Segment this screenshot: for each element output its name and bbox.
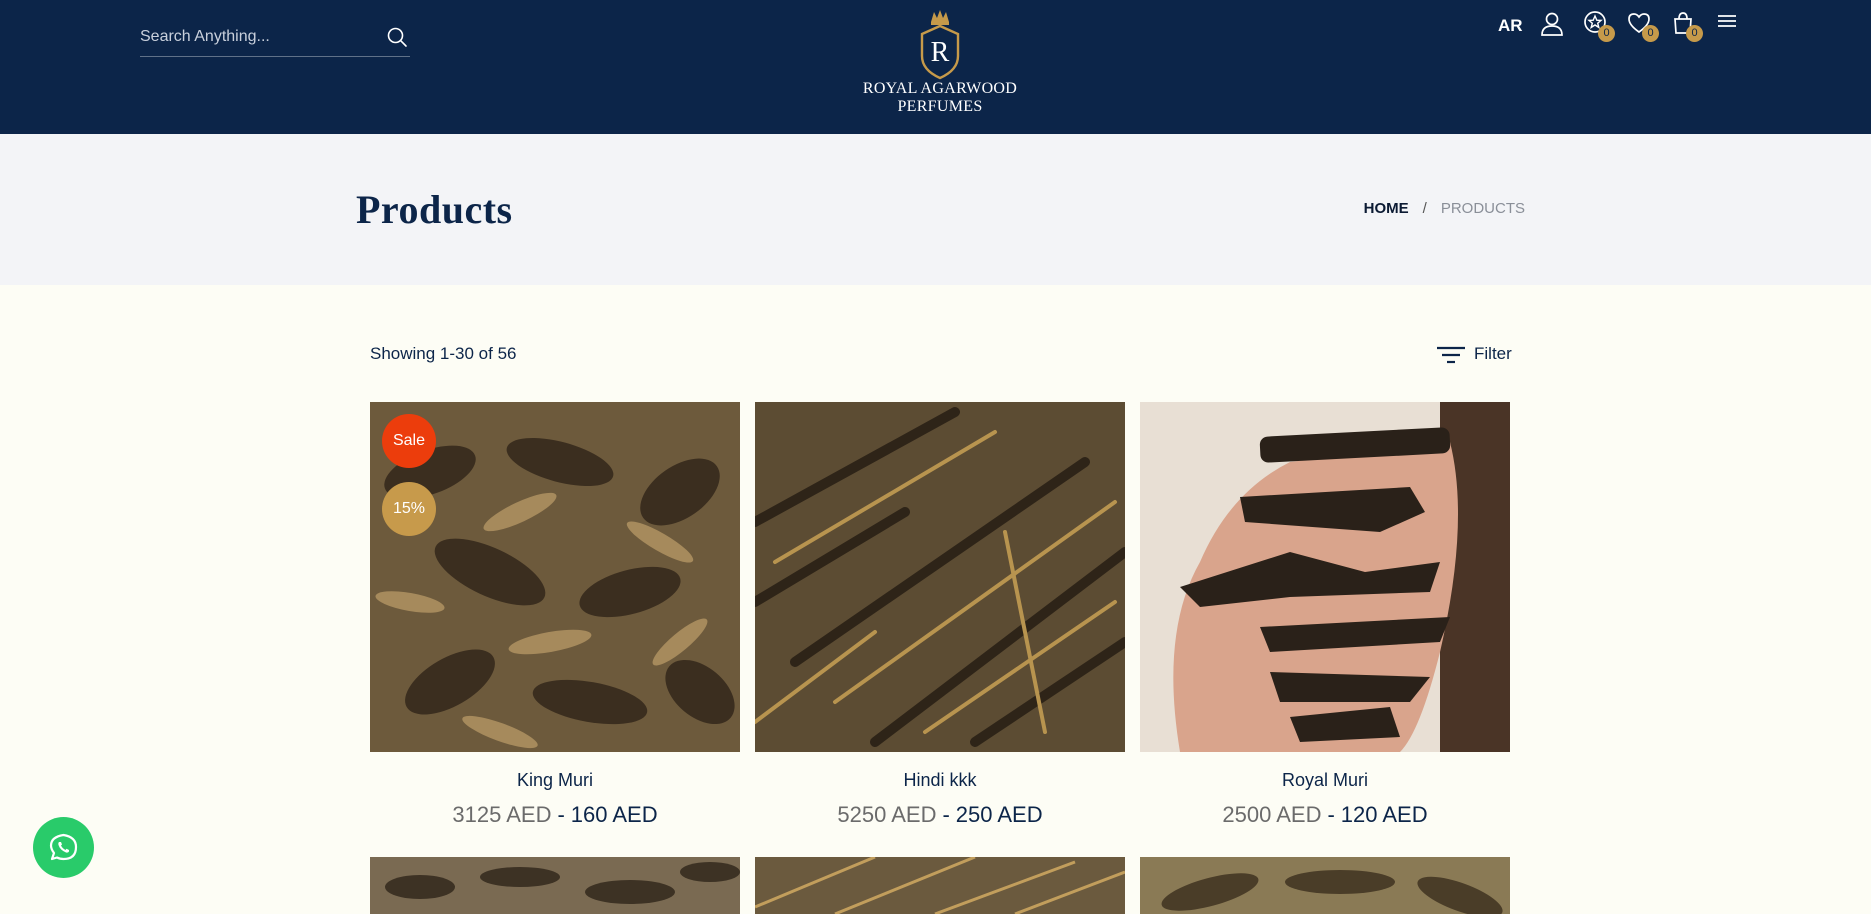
breadcrumb-current: PRODUCTS bbox=[1440, 200, 1525, 217]
wishlist-count-badge: 0 bbox=[1642, 25, 1659, 42]
header-actions: AR 0 0 0 bbox=[1490, 10, 1750, 46]
filter-icon bbox=[1436, 344, 1466, 371]
price-original: 2500 AED bbox=[1222, 802, 1322, 827]
page-title: Products bbox=[356, 187, 513, 232]
price-current: 120 AED bbox=[1340, 802, 1428, 827]
price-current: 160 AED bbox=[570, 802, 658, 827]
site-header: R ROYAL AGARWOOD PERFUMES AR 0 0 0 bbox=[0, 0, 1871, 134]
product-price: 2500 AED -120 AED bbox=[1140, 802, 1510, 828]
crest-icon: R bbox=[920, 10, 960, 80]
logo-name-line2: PERFUMES bbox=[897, 98, 983, 115]
results-count: Showing 1-30 of 56 bbox=[370, 344, 517, 363]
site-logo[interactable]: R ROYAL AGARWOOD PERFUMES bbox=[860, 8, 1020, 126]
price-separator: - bbox=[1327, 802, 1335, 827]
language-toggle[interactable]: AR bbox=[1498, 16, 1523, 36]
rewards-count-badge: 0 bbox=[1598, 25, 1615, 42]
price-original: 3125 AED bbox=[452, 802, 552, 827]
logo-letter: R bbox=[931, 37, 950, 68]
user-icon[interactable] bbox=[1538, 10, 1566, 38]
page-banner: Products HOME / PRODUCTS bbox=[0, 134, 1871, 285]
sale-badge: Sale bbox=[382, 414, 436, 468]
product-image[interactable] bbox=[755, 402, 1125, 752]
product-card[interactable]: Hindi kkk 5250 AED -250 AED bbox=[755, 402, 1125, 842]
price-original: 5250 AED bbox=[837, 802, 937, 827]
discount-badge: 15% bbox=[382, 482, 436, 536]
filter-button[interactable]: Filter bbox=[1436, 340, 1512, 368]
cart-bag-icon[interactable]: 0 bbox=[1670, 10, 1703, 42]
filter-label: Filter bbox=[1474, 344, 1512, 363]
price-separator: - bbox=[942, 802, 950, 827]
product-name[interactable]: King Muri bbox=[370, 770, 740, 791]
product-image[interactable] bbox=[370, 857, 740, 914]
breadcrumb-home-link[interactable]: HOME bbox=[1364, 200, 1409, 217]
product-name[interactable]: Royal Muri bbox=[1140, 770, 1510, 791]
whatsapp-icon bbox=[48, 832, 79, 868]
search-icon[interactable] bbox=[386, 26, 408, 48]
wishlist-heart-icon[interactable]: 0 bbox=[1626, 10, 1659, 42]
product-price: 5250 AED -250 AED bbox=[755, 802, 1125, 828]
product-image[interactable] bbox=[1140, 402, 1510, 752]
price-separator: - bbox=[557, 802, 565, 827]
menu-hamburger-icon[interactable] bbox=[1715, 10, 1743, 38]
product-card[interactable]: Royal Muri 2500 AED -120 AED bbox=[1140, 402, 1510, 842]
product-card[interactable]: Sale 15% King Muri 3125 AED -160 AED bbox=[370, 402, 740, 842]
breadcrumb-separator: / bbox=[1422, 200, 1427, 217]
search-bar bbox=[140, 20, 410, 57]
breadcrumb: HOME / PRODUCTS bbox=[1364, 200, 1525, 217]
product-image[interactable]: Sale 15% bbox=[370, 402, 740, 752]
search-input[interactable] bbox=[140, 22, 370, 52]
product-price: 3125 AED -160 AED bbox=[370, 802, 740, 828]
price-current: 250 AED bbox=[955, 802, 1043, 827]
logo-name-line1: ROYAL AGARWOOD bbox=[862, 80, 1018, 97]
product-image[interactable] bbox=[1140, 857, 1510, 914]
rewards-star-icon[interactable]: 0 bbox=[1582, 10, 1615, 42]
product-image[interactable] bbox=[755, 857, 1125, 914]
product-name[interactable]: Hindi kkk bbox=[755, 770, 1125, 791]
cart-count-badge: 0 bbox=[1686, 25, 1703, 42]
whatsapp-chat-button[interactable] bbox=[33, 817, 94, 878]
